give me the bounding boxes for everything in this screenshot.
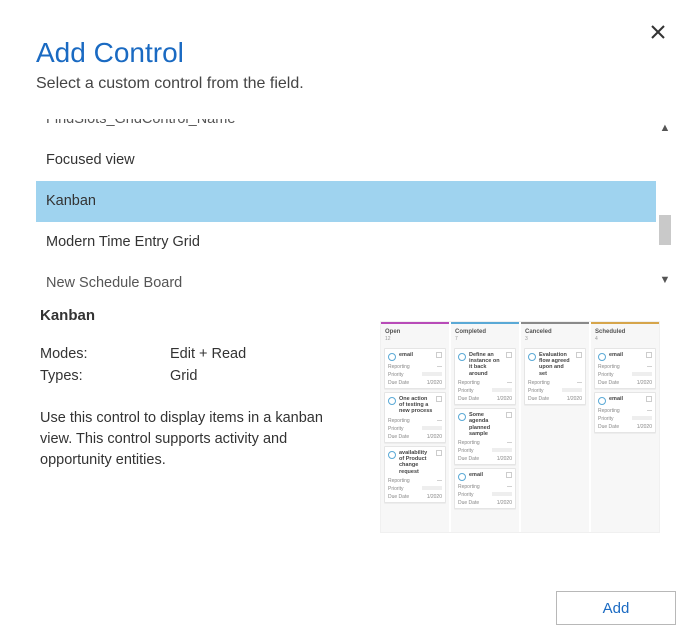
scroll-thumb[interactable] [659, 215, 671, 245]
preview-card: Evaluation flow agreed upon and setRepor… [524, 348, 586, 405]
add-control-dialog: Add Control Select a custom control from… [0, 0, 696, 639]
preview-column: Open12 emailReporting—PriorityDue Date1/2… [381, 322, 449, 532]
dialog-subtitle: Select a custom control from the field. [36, 75, 660, 93]
preview-column: Canceled3 Evaluation flow agreed upon and… [521, 322, 589, 532]
preview-column-header: Scheduled4 [594, 327, 656, 345]
preview-card: Some agenda planned sampleReporting—Prio… [454, 408, 516, 465]
detail-value: Grid [170, 368, 356, 384]
preview-card: emailReporting—PriorityDue Date1/2020 [594, 392, 656, 433]
dialog-title: Add Control [36, 38, 660, 69]
preview-card: emailReporting—PriorityDue Date1/2020 [594, 348, 656, 389]
dialog-footer: Add [556, 591, 676, 625]
control-list-item[interactable]: Focused view [36, 140, 656, 181]
details-description: Use this control to display items in a k… [40, 408, 350, 471]
control-list-item[interactable]: New Schedule Board [36, 263, 656, 289]
close-button[interactable] [646, 20, 670, 44]
scroll-up-arrow[interactable]: ▲ [656, 119, 674, 137]
preview-card: availability of Product change requestRe… [384, 446, 446, 503]
preview-column-header: Canceled3 [524, 327, 586, 345]
preview-column-header: Completed7 [454, 327, 516, 345]
detail-label: Types: [40, 368, 170, 384]
preview-column: Scheduled4 emailReporting—PriorityDue Dat… [591, 322, 659, 532]
detail-label: Modes: [40, 346, 170, 362]
preview-card: emailReporting—PriorityDue Date1/2020 [454, 468, 516, 509]
preview-card: One action of testing a new processRepor… [384, 392, 446, 443]
control-preview: Open12 emailReporting—PriorityDue Date1/2… [380, 321, 660, 533]
preview-card: Define an instance on it back aroundRepo… [454, 348, 516, 405]
scroll-track[interactable] [658, 137, 672, 271]
preview-card: emailReporting—PriorityDue Date1/2020 [384, 348, 446, 389]
detail-value: Edit + Read [170, 346, 356, 362]
close-icon [650, 24, 666, 40]
add-button[interactable]: Add [556, 591, 676, 625]
detail-row-modes: Modes: Edit + Read [40, 346, 356, 362]
control-list-item[interactable]: FindSlots_GridControl_Name [36, 119, 656, 140]
scroll-down-arrow[interactable]: ▼ [656, 271, 674, 289]
control-details: Kanban Modes: Edit + Read Types: Grid Us… [0, 289, 696, 533]
control-list-item[interactable]: Modern Time Entry Grid [36, 222, 656, 263]
preview-column: Completed7 Define an instance on it back … [451, 322, 519, 532]
detail-row-types: Types: Grid [40, 368, 356, 384]
list-scrollbar[interactable]: ▲ ▼ [656, 119, 674, 289]
dialog-header: Add Control Select a custom control from… [0, 0, 696, 93]
details-title: Kanban [40, 307, 356, 324]
control-list-container: FindSlots_GridControl_Name Focused view … [36, 119, 674, 289]
preview-column-header: Open12 [384, 327, 446, 345]
control-list[interactable]: FindSlots_GridControl_Name Focused view … [36, 119, 656, 289]
control-list-item-selected[interactable]: Kanban [36, 181, 656, 222]
